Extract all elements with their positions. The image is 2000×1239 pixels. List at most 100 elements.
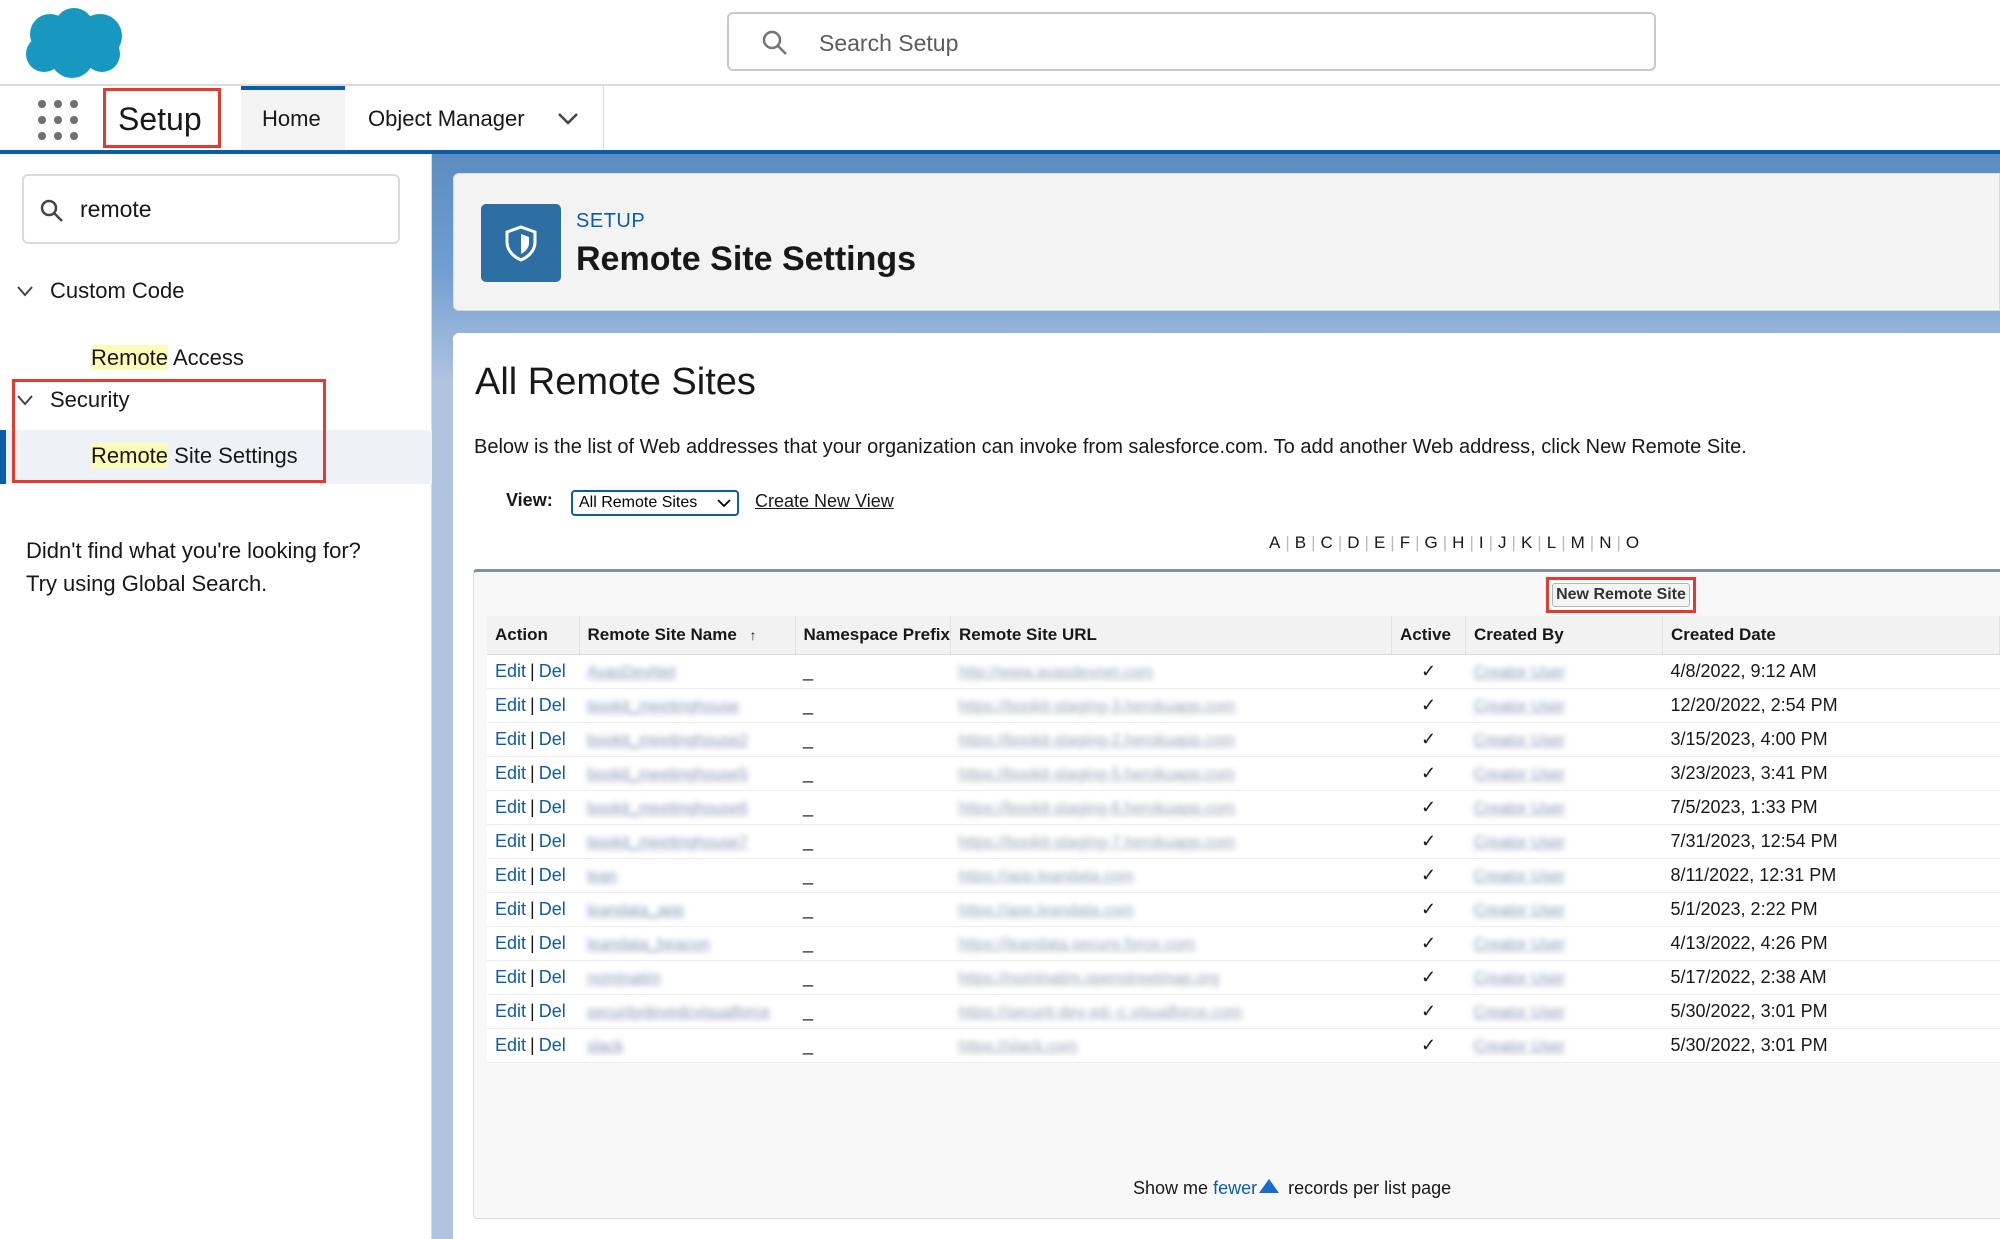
created-by-link[interactable]: Creator User [1473, 868, 1565, 885]
edit-link[interactable]: Edit [495, 899, 526, 919]
alpha-filter-letter[interactable]: L [1547, 533, 1556, 553]
delete-link[interactable]: Del [539, 967, 566, 987]
edit-link[interactable]: Edit [495, 661, 526, 681]
edit-link[interactable]: Edit [495, 729, 526, 749]
tree-group-custom-code[interactable]: Custom Code [0, 274, 432, 314]
remote-site-name-link[interactable]: leandata_app [587, 902, 684, 919]
salesforce-logo[interactable] [22, 6, 128, 80]
remote-site-name-link[interactable]: bookit_meetinghouse7 [587, 834, 748, 851]
edit-link[interactable]: Edit [495, 1035, 526, 1055]
alpha-separator: | [1511, 533, 1516, 552]
alpha-filter-letter[interactable]: I [1479, 533, 1484, 553]
delete-link[interactable]: Del [539, 831, 566, 851]
remote-site-name-link[interactable]: bookit_meetinghouse [587, 698, 739, 715]
remote-site-name-link[interactable]: lean [587, 868, 617, 885]
created-by-cell: Creator User [1465, 994, 1663, 1029]
remote-site-url: https://app.leandata.com [958, 867, 1134, 885]
view-select[interactable]: All Remote Sites [571, 490, 739, 516]
tab-object-manager[interactable]: Object Manager [346, 86, 604, 150]
table-row: Edit | Del bookit_meetinghouse6 _ https://boo… [487, 790, 2000, 825]
created-date-cell: 5/17/2022, 2:38 AM [1662, 960, 2000, 995]
remote-site-name-link[interactable]: AvasDevNet [587, 664, 676, 681]
name-cell: bookit_meetinghouse [579, 688, 795, 723]
created-date-cell: 5/30/2022, 3:01 PM [1662, 994, 2000, 1029]
created-by-link[interactable]: Creator User [1473, 766, 1565, 783]
alpha-filter-letter[interactable]: H [1452, 533, 1464, 553]
footer-text: records per list page [1288, 1178, 1452, 1198]
remote-site-name-link[interactable]: bookit_meetinghouse5 [587, 766, 748, 783]
action-separator: | [530, 796, 535, 817]
remote-site-name-link[interactable]: nominatim [587, 970, 661, 987]
edit-link[interactable]: Edit [495, 695, 526, 715]
remote-site-name-link[interactable]: bookit_meetinghouse2 [587, 732, 748, 749]
alpha-separator: | [1537, 533, 1542, 552]
edit-link[interactable]: Edit [495, 865, 526, 885]
action-cell: Edit | Del [487, 756, 579, 791]
setup-search-input[interactable]: Search Setup [727, 12, 1656, 71]
edit-link[interactable]: Edit [495, 1001, 526, 1021]
created-by-link[interactable]: Creator User [1473, 698, 1565, 715]
created-by-link[interactable]: Creator User [1473, 970, 1565, 987]
table-row: Edit | Del securitydevedcvisualforce _ https:… [487, 994, 2000, 1029]
alpha-filter-letter[interactable]: A [1269, 533, 1280, 553]
delete-link[interactable]: Del [539, 933, 566, 953]
created-by-link[interactable]: Creator User [1473, 936, 1565, 953]
tab-home[interactable]: Home [241, 86, 345, 150]
chevron-down-icon [717, 499, 731, 508]
remote-site-name-link[interactable]: securitydevedcvisualforce [587, 1004, 770, 1021]
edit-link[interactable]: Edit [495, 967, 526, 987]
table-row: Edit | Del leandata_app _ https://app.leandat… [487, 892, 2000, 927]
remote-site-url: https://bookit-staging-7.herokuapp.com [958, 833, 1236, 851]
show-fewer-link[interactable]: fewer [1213, 1178, 1257, 1198]
alpha-filter-letter[interactable]: M [1571, 533, 1585, 553]
alpha-filter-letter[interactable]: E [1374, 533, 1385, 553]
app-launcher-icon[interactable] [38, 100, 78, 140]
app-nav-bar: Setup Home Object Manager [0, 86, 2000, 154]
delete-link[interactable]: Del [539, 763, 566, 783]
search-highlight: Remote [91, 345, 169, 370]
created-by-link[interactable]: Creator User [1473, 664, 1565, 681]
delete-link[interactable]: Del [539, 695, 566, 715]
chevron-down-icon[interactable] [16, 284, 34, 298]
created-by-link[interactable]: Creator User [1473, 1004, 1565, 1021]
triangle-up-icon[interactable] [1259, 1179, 1280, 1193]
alpha-filter-letter[interactable]: G [1425, 533, 1438, 553]
delete-link[interactable]: Del [539, 661, 566, 681]
url-cell: https://nominatim.openstreetmap.org [950, 960, 1392, 995]
alpha-filter-letter[interactable]: C [1321, 533, 1333, 553]
edit-link[interactable]: Edit [495, 797, 526, 817]
alpha-filter-letter[interactable]: D [1347, 533, 1359, 553]
create-new-view-link[interactable]: Create New View [755, 491, 894, 512]
edit-link[interactable]: Edit [495, 763, 526, 783]
edit-link[interactable]: Edit [495, 831, 526, 851]
created-by-link[interactable]: Creator User [1473, 800, 1565, 817]
chevron-down-icon[interactable] [556, 108, 580, 128]
created-by-link[interactable]: Creator User [1473, 834, 1565, 851]
created-by-link[interactable]: Creator User [1473, 1038, 1565, 1055]
remote-site-name-link[interactable]: slack [587, 1038, 623, 1055]
quick-find-input[interactable]: remote [22, 174, 400, 244]
created-by-link[interactable]: Creator User [1473, 902, 1565, 919]
remote-site-name-link[interactable]: bookit_meetinghouse6 [587, 800, 748, 817]
created-by-link[interactable]: Creator User [1473, 732, 1565, 749]
delete-link[interactable]: Del [539, 1035, 566, 1055]
new-remote-site-button[interactable]: New Remote Site [1546, 577, 1696, 613]
delete-link[interactable]: Del [539, 1001, 566, 1021]
delete-link[interactable]: Del [539, 865, 566, 885]
sidebar-item-remote-access[interactable]: Remote Access [0, 332, 432, 386]
remote-site-name-link[interactable]: leandata_beacon [587, 936, 710, 953]
delete-link[interactable]: Del [539, 797, 566, 817]
page-title: Remote Site Settings [576, 240, 917, 278]
remote-site-url: http://www.avasdevnet.com [958, 663, 1154, 681]
alpha-filter-letter[interactable]: K [1521, 533, 1532, 553]
column-header-name[interactable]: Remote Site Name ↑ [579, 616, 796, 655]
edit-link[interactable]: Edit [495, 933, 526, 953]
name-cell: nominatim [579, 960, 795, 995]
alpha-filter-letter[interactable]: N [1599, 533, 1611, 553]
alpha-filter-letter[interactable]: J [1498, 533, 1507, 553]
alpha-filter-letter[interactable]: B [1295, 533, 1306, 553]
alpha-filter-letter[interactable]: O [1626, 533, 1639, 553]
delete-link[interactable]: Del [539, 729, 566, 749]
alpha-filter-letter[interactable]: F [1400, 533, 1410, 553]
delete-link[interactable]: Del [539, 899, 566, 919]
